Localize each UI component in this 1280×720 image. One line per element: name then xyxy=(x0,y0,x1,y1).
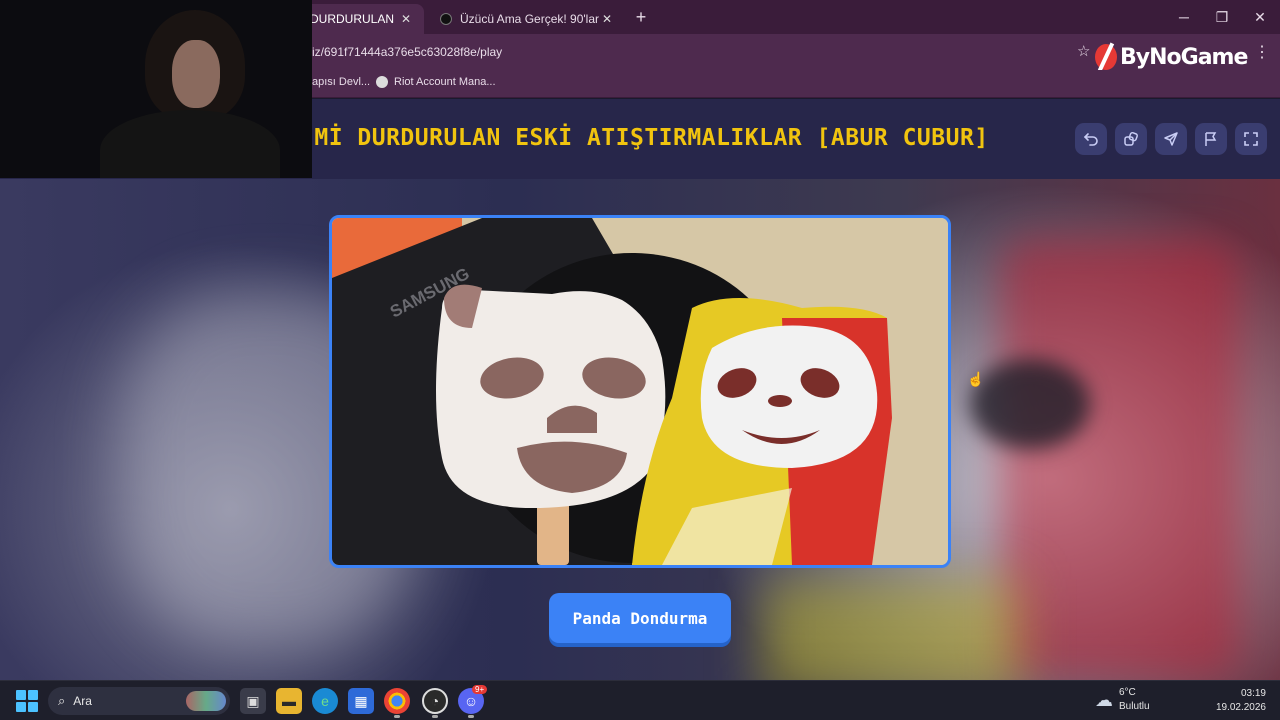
flag-icon xyxy=(1205,132,1217,146)
share-button[interactable] xyxy=(1155,123,1187,155)
bookmark-star-icon[interactable]: ☆ xyxy=(1077,42,1090,60)
minimize-icon[interactable]: ─ xyxy=(1165,0,1203,34)
bookmark-item[interactable]: Riot Account Mana... xyxy=(376,76,496,88)
weather-widget[interactable]: ☁ 6°C Bulutlu xyxy=(1095,686,1150,714)
edge-icon[interactable]: e xyxy=(312,688,338,714)
system-clock[interactable]: 03:19 19.02.2026 xyxy=(1210,687,1266,715)
bynogame-text: ByNoGame xyxy=(1120,44,1248,70)
weather-desc: Bulutlu xyxy=(1119,701,1150,712)
clock-time: 03:19 xyxy=(1240,688,1266,699)
page-title: İMİ DURDURULAN ESKİ ATIŞTIRMALIKLAR [ABU… xyxy=(300,125,989,151)
question-image: SAMSUNG xyxy=(329,215,951,568)
task-view-icon[interactable]: ▣ xyxy=(240,688,266,714)
undo-button[interactable] xyxy=(1075,123,1107,155)
search-icon: ⌕ xyxy=(58,693,66,708)
report-button[interactable] xyxy=(1195,123,1227,155)
browser-menu-icon[interactable]: ⋮ xyxy=(1254,42,1270,62)
pointer-cursor-icon: ☝ xyxy=(967,371,985,387)
panda-icecream-photo: SAMSUNG xyxy=(332,218,948,565)
share-icon xyxy=(1164,132,1178,146)
close-icon[interactable]: ✕ xyxy=(398,12,414,26)
webcam-overlay xyxy=(0,0,312,178)
store-icon[interactable]: ▦ xyxy=(348,688,374,714)
weather-temp: 6°C xyxy=(1119,687,1136,698)
windows-start-icon[interactable] xyxy=(16,690,38,712)
undo-icon xyxy=(1083,133,1098,146)
url-field[interactable]: iz/691f71444a376e5c63028f8e/play xyxy=(300,38,1100,66)
bynogame-logo: ByNoGame xyxy=(1095,40,1248,74)
fullscreen-icon xyxy=(1244,132,1258,146)
taskbar-search-field[interactable]: ⌕ Ara xyxy=(48,687,230,715)
clock-date: 19.02.2026 xyxy=(1215,702,1266,713)
bookmark-label: apısı Devl... xyxy=(312,76,371,88)
tab-video[interactable]: Üzücü Ama Gerçek! 90'lardan G ✕ xyxy=(430,4,625,34)
bynogame-mark-icon xyxy=(1095,44,1117,70)
search-highlight-image xyxy=(186,691,226,711)
shuffle-icon xyxy=(1124,131,1138,146)
tab-title: Üzücü Ama Gerçek! 90'lardan G xyxy=(460,12,599,26)
notification-badge: 9+ xyxy=(472,685,488,694)
file-explorer-icon[interactable]: ▬ xyxy=(276,688,302,714)
tab-favicon-icon xyxy=(440,13,452,25)
close-icon[interactable]: ✕ xyxy=(599,12,615,26)
bookmark-item[interactable]: apısı Devl... xyxy=(312,76,370,88)
fullscreen-button[interactable] xyxy=(1235,123,1267,155)
new-tab-button[interactable]: + xyxy=(630,6,652,28)
shuffle-button[interactable] xyxy=(1115,123,1147,155)
tab-quiz[interactable]: DURDURULAN ESKİ A ✕ xyxy=(300,4,424,34)
search-placeholder: Ara xyxy=(73,694,92,708)
app-icon[interactable]: ◔ xyxy=(422,688,448,714)
restore-icon[interactable]: ❐ xyxy=(1203,0,1241,34)
bookmark-label: Riot Account Mana... xyxy=(394,76,496,88)
windows-taskbar: ⌕ Ara ▣ ▬ e ▦ ◔ ☺ 9+ ☁ 6°C Bulutlu 03:19… xyxy=(0,680,1280,720)
screen: DURDURULAN ESKİ A ✕ Üzücü Ama Gerçek! 90… xyxy=(0,0,1280,720)
answer-button[interactable]: Panda Dondurma xyxy=(549,593,731,643)
cloud-icon: ☁ xyxy=(1095,690,1113,710)
riot-icon xyxy=(376,76,388,88)
chrome-icon[interactable] xyxy=(384,688,410,714)
quiz-page: İMİ DURDURULAN ESKİ ATIŞTIRMALIKLAR [ABU… xyxy=(0,99,1280,680)
close-window-icon[interactable]: ✕ xyxy=(1241,0,1279,34)
tab-title: DURDURULAN ESKİ A xyxy=(310,12,398,26)
